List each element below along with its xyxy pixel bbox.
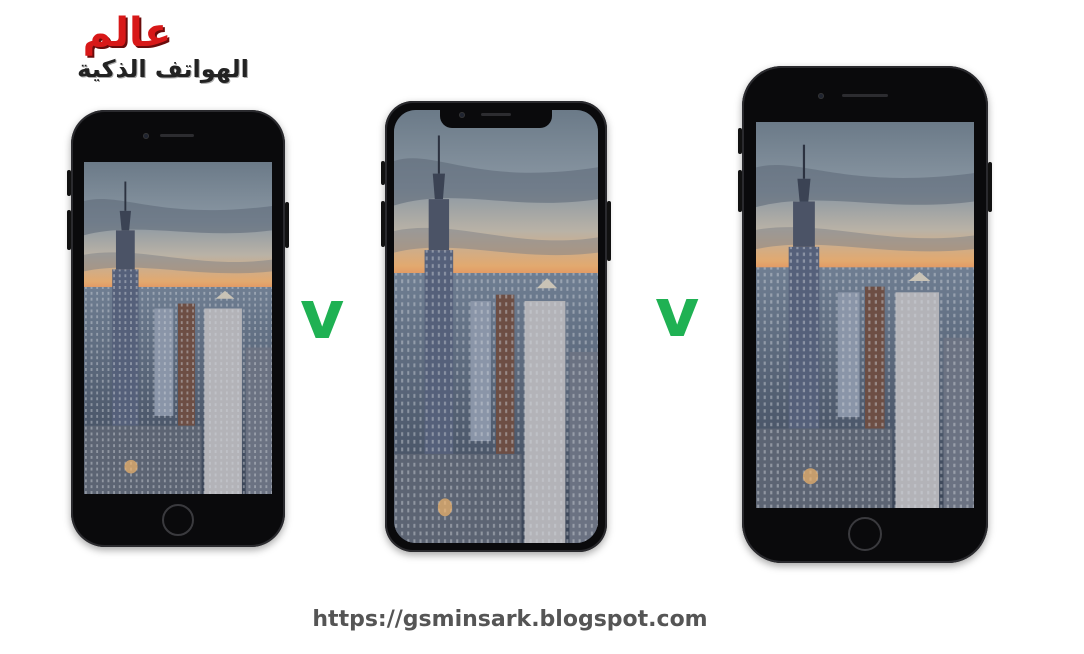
front-camera-icon bbox=[459, 112, 465, 118]
phone-right bbox=[738, 66, 992, 563]
power-button bbox=[607, 201, 611, 261]
volume-button bbox=[381, 201, 385, 247]
home-button-icon bbox=[162, 504, 194, 536]
logo-main-text: عالم bbox=[82, 10, 172, 56]
side-button bbox=[381, 161, 385, 185]
cityscape-wallpaper bbox=[394, 110, 598, 543]
power-button bbox=[988, 162, 992, 212]
home-button-icon bbox=[848, 517, 882, 551]
footer-url[interactable]: https://gsminsark.blogspot.com bbox=[0, 607, 1020, 632]
notch bbox=[440, 109, 552, 128]
cityscape-wallpaper bbox=[84, 162, 272, 494]
volume-button bbox=[67, 210, 71, 250]
front-camera-icon bbox=[818, 93, 824, 99]
comparison-separator-2: v bbox=[655, 274, 700, 353]
side-button bbox=[738, 128, 742, 154]
phone-middle bbox=[381, 101, 611, 552]
site-logo[interactable]: عالم الهواتف الذكية bbox=[12, 10, 274, 86]
phone-screen bbox=[84, 162, 272, 494]
phone-screen bbox=[756, 122, 974, 508]
earpiece-speaker bbox=[160, 134, 194, 137]
phone-left bbox=[67, 110, 289, 547]
cityscape-wallpaper bbox=[756, 122, 974, 508]
phone-screen bbox=[394, 110, 598, 543]
earpiece-speaker bbox=[842, 94, 888, 97]
earpiece-speaker bbox=[481, 113, 511, 116]
power-button bbox=[285, 202, 289, 248]
front-camera-icon bbox=[143, 133, 149, 139]
comparison-separator-1: v bbox=[300, 276, 345, 355]
logo-sub-text: الهواتف الذكية bbox=[77, 55, 249, 83]
side-button bbox=[67, 170, 71, 196]
volume-button bbox=[738, 170, 742, 212]
